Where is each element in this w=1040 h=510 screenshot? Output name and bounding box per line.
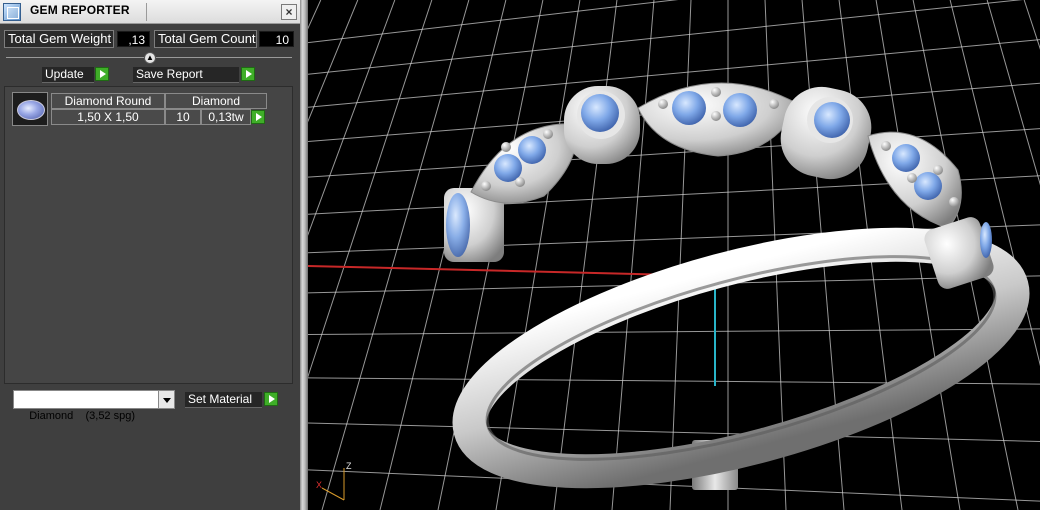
grid-line xyxy=(669,0,692,510)
gem-reporter-panel: GEM REPORTER × Total Gem Weight ,13 Tota… xyxy=(0,0,300,510)
total-gem-weight-value: ,13 xyxy=(117,31,150,47)
title-separator xyxy=(146,3,147,21)
panel-splitter[interactable] xyxy=(300,0,308,510)
collapse-up-icon[interactable]: ▲ xyxy=(144,52,156,64)
total-gem-weight-label: Total Gem Weight xyxy=(4,30,114,48)
gem-weight: 0,13tw xyxy=(201,109,251,125)
grid-line xyxy=(495,0,581,510)
save-report-go-icon[interactable] xyxy=(241,67,255,81)
gem-list: Diamond Round Diamond 1,50 X 1,50 10 0,1… xyxy=(4,86,293,384)
gem-count: 10 xyxy=(165,109,201,125)
close-icon[interactable]: × xyxy=(281,4,297,20)
gem-row-go-icon[interactable] xyxy=(251,110,265,124)
save-report-button[interactable]: Save Report xyxy=(133,67,239,83)
axis-label-z: Z xyxy=(346,461,352,471)
3d-viewport[interactable]: Z X xyxy=(308,0,1040,510)
title-bar: GEM REPORTER × xyxy=(0,0,300,24)
set-material-go-icon[interactable] xyxy=(264,392,278,406)
update-button[interactable]: Update xyxy=(42,67,94,83)
grid-line xyxy=(611,0,655,510)
update-go-icon[interactable] xyxy=(95,67,109,81)
material-selected-value: Diamond (3,52 spg) xyxy=(29,410,136,422)
grid-line xyxy=(308,0,396,236)
grid-line xyxy=(308,0,359,123)
grid-line xyxy=(1023,0,1040,50)
set-material-button[interactable]: Set Material xyxy=(185,392,262,408)
total-gem-count-value: 10 xyxy=(259,31,294,47)
gem-size: 1,50 X 1,50 xyxy=(51,109,165,125)
ring-model[interactable] xyxy=(444,80,1035,510)
axis-label-x: X xyxy=(316,480,323,490)
gem-shape: Diamond Round xyxy=(51,93,165,109)
material-dropdown[interactable]: Diamond (3,52 spg) xyxy=(13,390,175,422)
window-title: GEM REPORTER xyxy=(30,3,130,17)
marquise-setting-left xyxy=(470,123,578,204)
total-gem-count-label: Total Gem Count xyxy=(154,30,257,48)
grid-line xyxy=(308,0,1024,75)
app-icon xyxy=(3,3,21,21)
grid-line xyxy=(308,0,322,30)
chevron-down-icon[interactable] xyxy=(158,391,174,408)
round-diamond-icon xyxy=(12,92,48,126)
grid-line xyxy=(553,0,618,510)
viewport-canvas[interactable] xyxy=(308,0,1040,510)
gem-material: Diamond xyxy=(165,93,267,109)
grid-line xyxy=(308,422,1040,442)
